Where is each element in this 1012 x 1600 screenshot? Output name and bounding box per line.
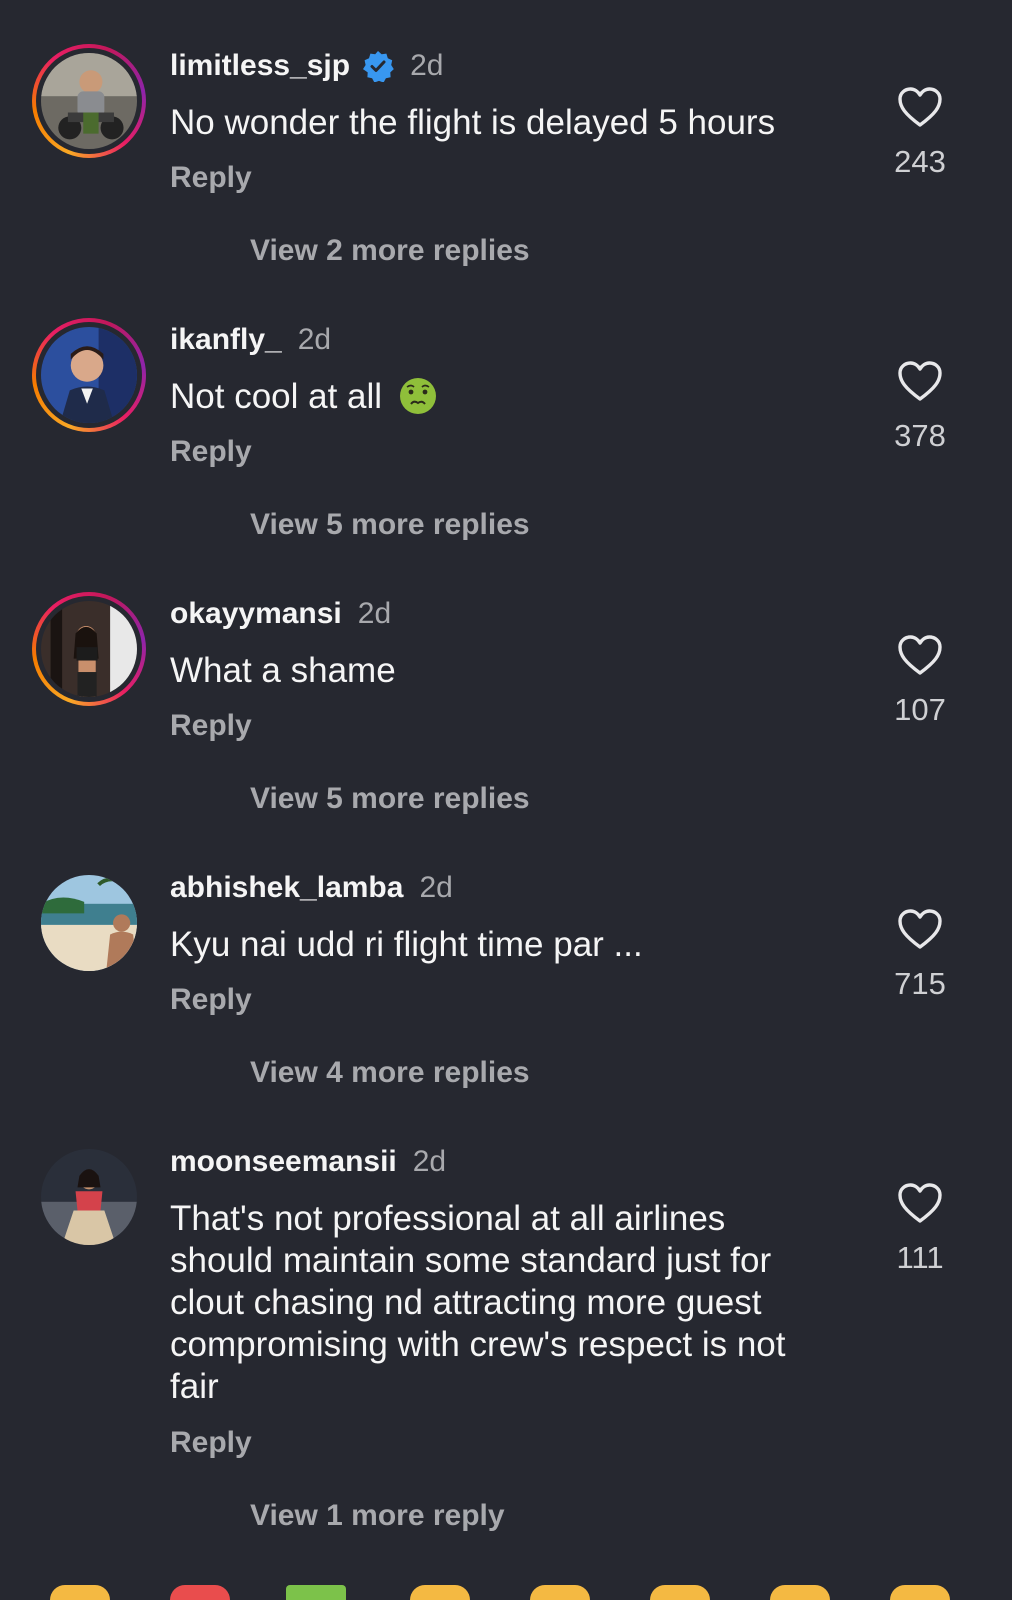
- timestamp: 2d: [357, 597, 392, 630]
- avatar-image: [41, 601, 137, 697]
- heart-outline-icon[interactable]: [897, 86, 943, 128]
- reaction-emoji[interactable]: [50, 1585, 110, 1600]
- avatar-image: [41, 327, 137, 423]
- like-control: 107: [880, 634, 960, 728]
- view-more-replies-button[interactable]: View 5 more replies: [250, 507, 530, 543]
- comment-header: okayymansi 2d: [170, 596, 391, 632]
- avatar[interactable]: [32, 866, 146, 980]
- like-control: 715: [880, 908, 960, 1002]
- emoji-reaction-bar: [0, 1585, 1012, 1600]
- comment-text: What a shame: [170, 651, 396, 690]
- heart-outline-icon[interactable]: [897, 360, 943, 402]
- username[interactable]: limitless_sjp: [170, 48, 350, 84]
- avatar-image: [41, 875, 137, 971]
- comment-header: abhishek_lamba 2d: [170, 870, 453, 906]
- timestamp: 2d: [410, 49, 444, 82]
- avatar-image: [41, 53, 137, 149]
- like-count: 107: [894, 692, 946, 727]
- view-more-replies-button[interactable]: View 1 more reply: [250, 1498, 505, 1534]
- reply-button[interactable]: Reply: [170, 434, 252, 470]
- avatar-image: [41, 1149, 137, 1245]
- avatar[interactable]: [32, 44, 146, 158]
- timestamp: 2d: [412, 1145, 447, 1178]
- avatar[interactable]: [32, 1140, 146, 1254]
- like-count: 378: [894, 418, 946, 453]
- avatar[interactable]: [32, 318, 146, 432]
- reaction-emoji[interactable]: [286, 1585, 346, 1600]
- reply-button[interactable]: Reply: [170, 1425, 252, 1461]
- like-count: 243: [894, 144, 946, 179]
- like-count: 111: [896, 1240, 944, 1275]
- comment-header: moonseemansii 2d: [170, 1144, 446, 1180]
- comment-text: That's not professional at all airlines …: [170, 1199, 786, 1406]
- reply-button[interactable]: Reply: [170, 160, 252, 196]
- reaction-emoji[interactable]: [170, 1585, 230, 1600]
- username[interactable]: abhishek_lamba: [170, 870, 403, 906]
- timestamp: 2d: [297, 323, 332, 356]
- reaction-emoji[interactable]: [890, 1585, 950, 1600]
- nauseated-face-icon: [399, 378, 436, 414]
- like-control: 111: [880, 1182, 960, 1276]
- reaction-emoji[interactable]: [770, 1585, 830, 1600]
- reaction-emoji[interactable]: [650, 1585, 710, 1600]
- view-more-replies-button[interactable]: View 4 more replies: [250, 1055, 530, 1091]
- heart-outline-icon[interactable]: [897, 634, 943, 676]
- reaction-emoji[interactable]: [410, 1585, 470, 1600]
- view-more-replies-button[interactable]: View 5 more replies: [250, 781, 530, 817]
- reply-button[interactable]: Reply: [170, 708, 252, 744]
- reaction-emoji[interactable]: [530, 1585, 590, 1600]
- timestamp: 2d: [419, 871, 453, 904]
- view-more-replies-button[interactable]: View 2 more replies: [250, 233, 530, 269]
- like-control: 378: [880, 360, 960, 454]
- comment-header: limitless_sjp 2d: [170, 48, 443, 84]
- heart-outline-icon[interactable]: [897, 908, 943, 950]
- like-control: 243: [880, 86, 960, 180]
- comment-text: Not cool at all: [170, 376, 830, 418]
- username[interactable]: okayymansi: [170, 596, 342, 632]
- comment-header: ikanfly_ 2d: [170, 322, 331, 358]
- username[interactable]: moonseemansii: [170, 1144, 397, 1180]
- username[interactable]: ikanfly_: [170, 322, 282, 358]
- heart-outline-icon[interactable]: [897, 1182, 943, 1224]
- verified-badge-icon: [363, 51, 394, 82]
- comment-text: No wonder the flight is delayed 5 hours: [170, 103, 776, 142]
- like-count: 715: [894, 966, 946, 1001]
- reply-button[interactable]: Reply: [170, 982, 252, 1018]
- comment-text: Kyu nai udd ri flight time par ...: [170, 925, 643, 964]
- comment-text-body: Not cool at all: [170, 377, 383, 416]
- avatar[interactable]: [32, 592, 146, 706]
